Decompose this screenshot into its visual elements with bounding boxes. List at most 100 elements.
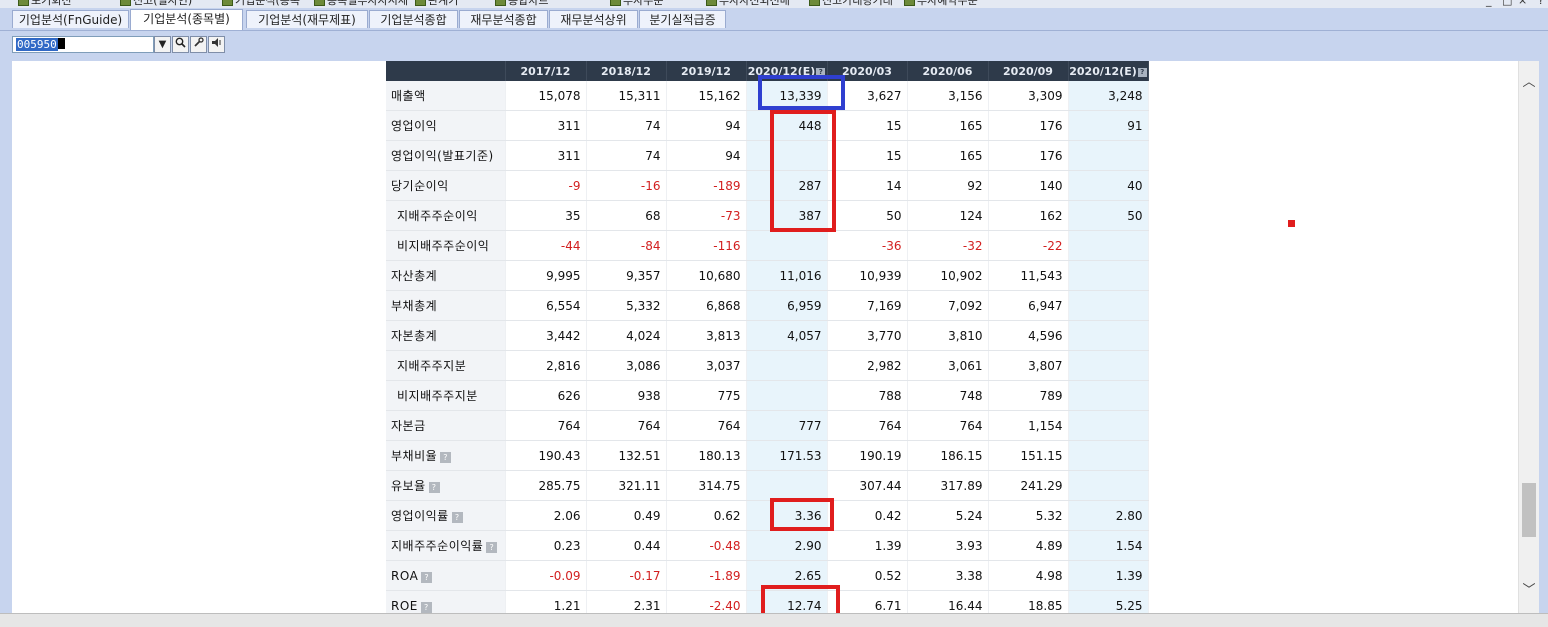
window-tab[interactable]: 투자주문 [610, 0, 663, 7]
table-cell: 317.89 [907, 470, 989, 501]
window-tab[interactable]: 종목별투자자시세 [314, 0, 408, 7]
table-cell: 2.06 [505, 500, 587, 531]
table-cell [746, 230, 828, 261]
scroll-thumb[interactable] [1522, 483, 1536, 537]
scroll-down-icon[interactable]: ﹀ [1519, 581, 1539, 601]
column-header[interactable]: 2017/12 [505, 61, 587, 81]
window-tab-icon [222, 0, 233, 6]
help-icon[interactable]: ? [486, 542, 498, 553]
dropdown-button[interactable]: ▼ [154, 36, 171, 53]
table-cell: 6,868 [666, 290, 747, 321]
table-cell: 165 [907, 110, 989, 141]
column-header[interactable]: 2020/12(E)? [746, 61, 828, 81]
table-cell: -84 [586, 230, 667, 261]
table-cell: 626 [505, 380, 587, 411]
tab-4[interactable]: 기업분석종합 [369, 10, 458, 28]
table-body: 매출액 15,078 15,311 15,162 13,339 3,627 3,156 3,3… [386, 81, 1149, 613]
horizontal-scrollbar[interactable] [0, 613, 1548, 627]
table-cell: 162 [988, 200, 1069, 231]
stock-code-input[interactable]: 005950 [12, 36, 154, 53]
table-cell: 3,061 [907, 350, 989, 381]
window-tab[interactable]: 관계기 [415, 0, 458, 7]
table-row: 자산총계 9,995 9,357 10,680 11,016 10,939 10,902 11… [386, 260, 1149, 291]
table-cell: 94 [666, 110, 747, 141]
column-header[interactable]: 2020/06 [907, 61, 989, 81]
column-header[interactable]: 2019/12 [666, 61, 747, 81]
search-button[interactable] [172, 36, 189, 53]
tab-1[interactable]: 기업분석(FnGuide) [12, 10, 129, 28]
window-tab[interactable]: 기업분석(종목 [222, 0, 300, 7]
table-cell: -116 [666, 230, 747, 261]
maximize-icon[interactable]: □ [1502, 0, 1512, 7]
window-tab[interactable]: 신고가대량거래 [809, 0, 893, 7]
table-cell [746, 380, 828, 411]
column-header[interactable]: 2020/09 [988, 61, 1069, 81]
row-label: 부채비율? [386, 440, 506, 471]
table-row: 영업이익(발표기준) 311 74 94 15 165 176 [386, 140, 1149, 171]
stock-code-value: 005950 [16, 38, 58, 51]
table-cell: 3.93 [907, 530, 989, 561]
table-cell: 74 [586, 140, 667, 171]
table-cell: 3,309 [988, 81, 1069, 111]
vertical-scrollbar[interactable]: ︿ ﹀ [1518, 61, 1539, 613]
window-tab-label: 기업분석(종목 [235, 0, 301, 7]
scroll-up-icon[interactable]: ︿ [1519, 73, 1539, 93]
help-icon[interactable]: ? [1137, 67, 1147, 77]
speaker-button[interactable] [208, 36, 225, 53]
table-header-row: 2017/12 2018/12 2019/12 2020/12(E)? 2020/03 2… [386, 61, 1149, 81]
window-tab-label: 종합차트 [508, 0, 549, 7]
row-label-text: 자산총계 [391, 269, 438, 283]
help-icon[interactable]: ? [428, 482, 440, 493]
row-label-text: 영업이익(발표기준) [391, 149, 494, 163]
tab-3[interactable]: 기업분석(재무제표) [246, 10, 368, 28]
column-header-label: 2020/03 [842, 64, 892, 78]
financial-table: 2017/12 2018/12 2019/12 2020/12(E)? 2020/03 2… [386, 61, 1149, 613]
window-tab-icon [904, 0, 915, 6]
window-tab-label: 종목별투자자시세 [327, 0, 408, 7]
column-header[interactable]: 2020/03 [827, 61, 908, 81]
table-cell: 35 [505, 200, 587, 231]
column-header[interactable]: 2018/12 [586, 61, 667, 81]
table-cell [1068, 320, 1149, 351]
tab-2[interactable]: 기업분석(종목별) [130, 9, 243, 30]
help-icon[interactable]: ? [451, 512, 463, 523]
table-cell: 1,154 [988, 410, 1069, 441]
table-cell: 775 [666, 380, 747, 411]
table-cell: 3,807 [988, 350, 1069, 381]
row-label-text: 부채총계 [391, 299, 438, 313]
help-icon[interactable]: ? [440, 452, 452, 463]
table-cell: 287 [746, 170, 828, 201]
help-icon[interactable]: ? [816, 67, 826, 77]
toolbar: 005950 ▼ [0, 31, 1548, 61]
table-row: 영업이익률? 2.06 0.49 0.62 3.36 0.42 5.24 5.32 2.80 [386, 500, 1149, 531]
table-cell: 3,442 [505, 320, 587, 351]
table-cell: -36 [827, 230, 908, 261]
minimize-icon[interactable]: _ [1486, 0, 1492, 7]
tab-7[interactable]: 분기실적급증 [639, 10, 726, 28]
help-icon[interactable]: ? [421, 571, 433, 583]
table-cell: 124 [907, 200, 989, 231]
window-tab[interactable]: 종합차트 [495, 0, 548, 7]
tab-6[interactable]: 재무분석상위 [549, 10, 638, 28]
row-label: 당기순이익 [386, 170, 506, 201]
table-cell: 171.53 [746, 440, 828, 471]
close-icon[interactable]: × [1518, 0, 1527, 7]
help-icon[interactable]: ? [420, 601, 432, 613]
help-icon[interactable]: ? [1538, 0, 1544, 7]
tab-5[interactable]: 재무분석종합 [459, 10, 548, 28]
window-tab[interactable]: 투자자전외전매 [706, 0, 790, 7]
table-cell: 0.52 [827, 560, 908, 591]
table-cell: 4.98 [988, 560, 1069, 591]
window-tab[interactable]: 투자예약주문 [904, 0, 978, 7]
row-label: 유보율? [386, 470, 506, 501]
window-tab[interactable]: 신고(일자인) [120, 0, 192, 7]
table-cell [1068, 230, 1149, 261]
window-tab-icon [120, 0, 131, 6]
row-label: 지배주주순이익 [386, 200, 506, 231]
search-icon [175, 37, 186, 51]
column-header[interactable]: 2020/12(E)? [1068, 61, 1149, 81]
table-cell: 764 [505, 410, 587, 441]
tools-button[interactable] [190, 36, 207, 53]
window-tab[interactable]: 포기회전 [18, 0, 71, 7]
table-cell: 9,995 [505, 260, 587, 291]
